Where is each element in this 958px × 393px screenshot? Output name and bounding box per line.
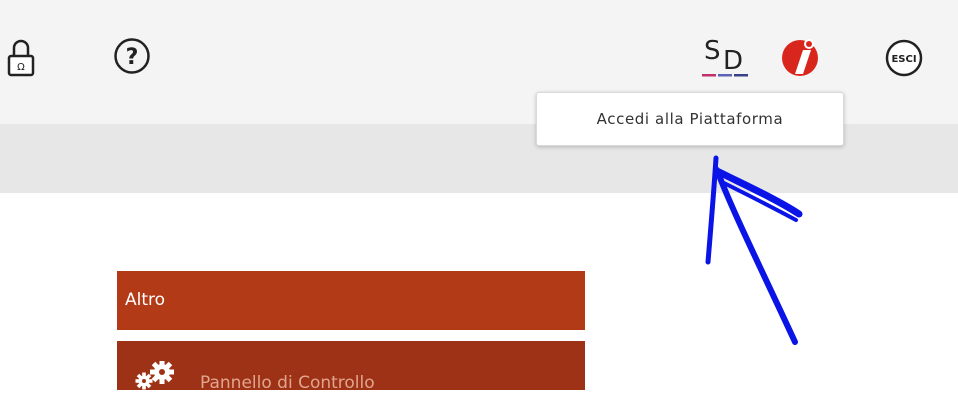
info-icon[interactable]: [781, 36, 823, 78]
svg-text:?: ?: [126, 45, 139, 70]
lock-icon[interactable]: Ω: [6, 36, 36, 78]
menu-item-label: Pannello di Controllo: [200, 373, 375, 393]
gears-icon: [135, 361, 174, 390]
tooltip: Accedi alla Piattaforma: [536, 92, 844, 146]
exit-icon[interactable]: ESCI: [884, 38, 924, 78]
svg-text:S: S: [704, 36, 721, 66]
svg-text:ESCI: ESCI: [891, 54, 916, 65]
svg-text:Ω: Ω: [17, 62, 25, 73]
sd-logo-icon[interactable]: S D: [700, 33, 754, 79]
menu-item-control-panel[interactable]: Pannello di Controllo: [117, 341, 585, 393]
menu-header: Altro: [117, 271, 585, 330]
help-icon[interactable]: ?: [113, 37, 151, 75]
svg-text:D: D: [723, 46, 743, 76]
